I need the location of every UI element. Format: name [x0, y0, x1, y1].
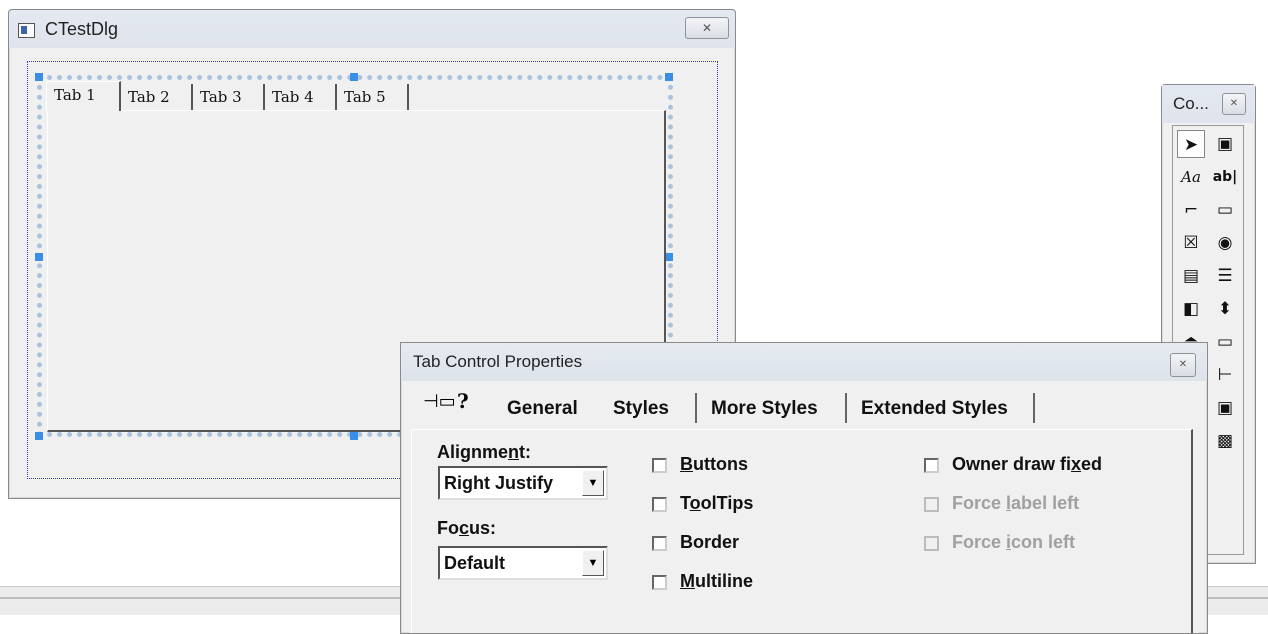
toolbox-close-button[interactable]: ✕ [1222, 93, 1246, 115]
ctestdlg-close-button[interactable]: ✕ [685, 17, 729, 39]
close-icon: ✕ [1229, 98, 1239, 109]
tree-control-tool-icon[interactable]: ⊢ [1211, 361, 1239, 389]
focus-value: Default [444, 553, 506, 573]
alignment-select[interactable]: Right Justify ▼ [438, 466, 608, 500]
window-title: CTestDlg [45, 19, 119, 39]
tab-separator [695, 393, 697, 423]
combo-box-tool-icon[interactable]: ▤ [1177, 262, 1205, 290]
checkbox [924, 536, 939, 551]
properties-title: Tab Control Properties [413, 352, 583, 371]
vertical-scrollbar-tool-icon[interactable]: ⬍ [1211, 295, 1239, 323]
focus-select[interactable]: Default ▼ [438, 546, 608, 580]
group-box-tool-icon[interactable]: ⌐ [1177, 196, 1205, 224]
list-box-tool-icon[interactable]: ☰ [1211, 262, 1239, 290]
controls-toolbox-titlebar[interactable]: Co... ✕ [1162, 85, 1255, 123]
tab-styles[interactable]: Styles [599, 387, 695, 431]
checkbox-label: Force icon left [952, 532, 1076, 552]
properties-body: ⊣▭ ? General Styles More Styles Extended… [409, 383, 1199, 633]
chevron-down-icon[interactable]: ▼ [582, 550, 604, 576]
checkbox-label[interactable]: ToolTips [680, 493, 753, 514]
alignment-value: Right Justify [444, 473, 554, 493]
checkbox[interactable] [924, 458, 939, 473]
properties-titlebar[interactable]: Tab Control Properties ✕ [401, 343, 1207, 381]
resize-handle[interactable] [665, 73, 673, 81]
close-icon: ✕ [701, 21, 713, 35]
progress-tool-icon[interactable]: ▭ [1211, 328, 1239, 356]
toolbox-title: Co... [1173, 94, 1209, 113]
checkbox-label: Force label left [952, 493, 1080, 513]
chevron-down-icon[interactable]: ▼ [582, 470, 604, 496]
horizontal-scrollbar-tool-icon[interactable]: ◧ [1177, 295, 1205, 323]
tab-separator [1033, 393, 1035, 423]
checkbox-label[interactable]: Buttons [680, 454, 748, 475]
date-time-tool-icon[interactable]: ▩ [1211, 427, 1239, 455]
static-text-tool-icon[interactable]: Aa [1177, 163, 1205, 191]
resize-handle[interactable] [35, 73, 43, 81]
checkbox[interactable] [652, 536, 667, 551]
tab-2[interactable]: Tab 2 [121, 84, 193, 110]
checkbox-label[interactable]: Border [680, 532, 739, 553]
focus-label: Focus: [437, 518, 497, 538]
tab-control-properties-window: Tab Control Properties ✕ ⊣▭ ? General St… [400, 342, 1208, 634]
properties-close-button[interactable]: ✕ [1170, 353, 1196, 377]
tab-separator [845, 393, 847, 423]
tab-3[interactable]: Tab 3 [193, 84, 265, 110]
picture-tool-icon[interactable]: ▣ [1211, 130, 1239, 158]
button-tool-icon[interactable]: ▭ [1211, 196, 1239, 224]
checkbox-label[interactable]: Owner draw fixed [952, 454, 1102, 475]
checkbox[interactable] [652, 497, 667, 512]
pushpin-icon[interactable]: ⊣▭ [423, 391, 456, 412]
ctestdlg-titlebar[interactable]: CTestDlg ✕ [9, 10, 735, 48]
pointer-tool-icon[interactable]: ➤ [1177, 130, 1205, 158]
dialog-app-icon [18, 23, 35, 38]
resize-handle[interactable] [350, 432, 358, 440]
tab-5[interactable]: Tab 5 [337, 84, 409, 110]
properties-tab-strip: ⊣▭ ? General Styles More Styles Extended… [409, 383, 1199, 431]
check-box-tool-icon[interactable]: ☒ [1177, 229, 1205, 257]
styles-page: Alignment: Right Justify ▼ Focus: Defaul… [411, 429, 1193, 633]
tab-1[interactable]: Tab 1 [46, 81, 121, 111]
resize-handle[interactable] [350, 73, 358, 81]
checkbox [924, 497, 939, 512]
close-icon: ✕ [1178, 359, 1188, 370]
animate-tool-icon[interactable]: ▣ [1211, 394, 1239, 422]
tab-extended-styles[interactable]: Extended Styles [861, 393, 1008, 429]
checkbox[interactable] [652, 458, 667, 473]
checkbox-label[interactable]: Multiline [680, 571, 753, 592]
checkbox[interactable] [652, 575, 667, 590]
resize-handle[interactable] [35, 432, 43, 440]
alignment-label: Alignment: [437, 442, 532, 462]
tab-more-styles[interactable]: More Styles [711, 393, 818, 429]
tab-general[interactable]: General [507, 393, 578, 429]
radio-button-tool-icon[interactable]: ◉ [1211, 229, 1239, 257]
edit-box-tool-icon[interactable]: ab| [1211, 163, 1239, 191]
tab-4[interactable]: Tab 4 [265, 84, 337, 110]
resize-handle[interactable] [35, 253, 43, 261]
help-icon[interactable]: ? [457, 389, 469, 413]
resize-handle[interactable] [665, 253, 673, 261]
